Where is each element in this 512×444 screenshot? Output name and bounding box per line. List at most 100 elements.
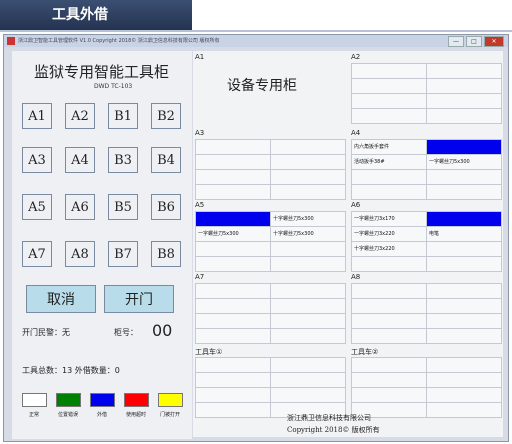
tool-cell[interactable] [196, 358, 271, 373]
maximize-icon[interactable]: □ [466, 36, 482, 47]
section-label-a4: A4 [351, 129, 361, 137]
tool-cell[interactable] [427, 109, 502, 124]
slot-a3[interactable]: A3 [22, 147, 52, 173]
cancel-button[interactable]: 取消 [26, 285, 96, 313]
tool-cell[interactable] [352, 94, 427, 109]
tool-cell[interactable] [196, 284, 271, 299]
legend-swatch-normal [22, 393, 47, 407]
tool-cell[interactable] [196, 140, 271, 155]
tool-cell[interactable] [427, 79, 502, 94]
slot-b2[interactable]: B2 [151, 103, 181, 129]
tool-cell[interactable] [427, 284, 502, 299]
tool-cell[interactable] [271, 329, 346, 344]
drawer-grid-a6: 一字螺丝刀3x170 一字螺丝刀3x220 电笔 十字螺丝刀3x220 [351, 211, 502, 272]
tool-cell[interactable]: 电笔 [427, 227, 502, 242]
tool-cell[interactable] [352, 329, 427, 344]
tool-cell[interactable] [271, 358, 346, 373]
tool-cell-borrowed[interactable] [427, 140, 502, 155]
tool-cell[interactable] [196, 257, 271, 272]
tool-cell[interactable]: 一字螺丝刀5x300 [196, 227, 271, 242]
section-label-a6: A6 [351, 201, 361, 209]
slot-a8[interactable]: A8 [65, 241, 95, 267]
tool-cell[interactable] [352, 314, 427, 329]
tool-cell[interactable] [427, 299, 502, 314]
drawer-grid-a7 [195, 283, 346, 344]
tool-cell[interactable] [196, 403, 271, 418]
slot-a4[interactable]: A4 [65, 147, 95, 173]
slot-b7[interactable]: B7 [108, 241, 138, 267]
tool-cell[interactable] [196, 388, 271, 403]
slot-a2[interactable]: A2 [65, 103, 95, 129]
tool-cell[interactable] [427, 94, 502, 109]
tool-cell[interactable] [196, 155, 271, 170]
tool-cell[interactable] [352, 257, 427, 272]
app-window: 浙江鼎卫智能工具管理软件 V1.0 Copyright 2018© 浙江鼎卫信息… [3, 34, 509, 442]
slot-b4[interactable]: B4 [151, 147, 181, 173]
tool-cell[interactable] [271, 140, 346, 155]
tool-cell[interactable]: 十字螺丝刀5x300 [271, 212, 346, 227]
tool-cell[interactable] [427, 373, 502, 388]
tool-cell[interactable]: 一字螺丝刀3x220 [352, 227, 427, 242]
tool-cell[interactable] [196, 314, 271, 329]
tool-cell[interactable] [352, 185, 427, 200]
tool-cell[interactable] [196, 170, 271, 185]
slot-b3[interactable]: B3 [108, 147, 138, 173]
tool-cell[interactable] [271, 284, 346, 299]
slot-b5[interactable]: B5 [108, 194, 138, 220]
tool-cell[interactable]: 内六角扳手套件 [352, 140, 427, 155]
tool-cell-borrowed[interactable] [196, 212, 271, 227]
tool-cell[interactable] [427, 358, 502, 373]
tool-cell[interactable] [427, 329, 502, 344]
tool-cell[interactable] [196, 185, 271, 200]
tool-cell[interactable] [352, 170, 427, 185]
tool-cell[interactable] [352, 284, 427, 299]
tool-cell[interactable]: 十字螺丝刀5x300 [271, 227, 346, 242]
tool-cell[interactable] [352, 373, 427, 388]
tool-cell[interactable] [427, 314, 502, 329]
tool-cell[interactable] [271, 242, 346, 257]
slot-a6[interactable]: A6 [65, 194, 95, 220]
tool-cell[interactable] [427, 185, 502, 200]
tool-cell[interactable] [427, 403, 502, 418]
tool-cell[interactable] [196, 329, 271, 344]
tool-cell[interactable] [352, 79, 427, 94]
legend-label-borrowed: 外借 [96, 412, 107, 418]
tool-cell[interactable] [352, 64, 427, 79]
legend-swatch-wrong-position [56, 393, 81, 407]
tool-cell[interactable]: 活动扳手38# [352, 155, 427, 170]
tool-cell[interactable] [352, 299, 427, 314]
tool-cell[interactable] [427, 257, 502, 272]
tool-cell[interactable]: 一字螺丝刀3x170 [352, 212, 427, 227]
tool-cell[interactable] [271, 388, 346, 403]
tool-cell[interactable]: 一字螺丝刀5x300 [427, 155, 502, 170]
tool-cell[interactable] [271, 373, 346, 388]
tool-cell[interactable] [271, 155, 346, 170]
tool-cell[interactable] [271, 170, 346, 185]
slot-b8[interactable]: B8 [151, 241, 181, 267]
tool-cell[interactable] [427, 64, 502, 79]
tool-cell-borrowed[interactable] [427, 212, 502, 227]
open-door-button[interactable]: 开门 [104, 285, 174, 313]
tool-cell[interactable] [271, 314, 346, 329]
tool-cell[interactable] [427, 242, 502, 257]
tool-cell[interactable] [271, 257, 346, 272]
slot-a5[interactable]: A5 [22, 194, 52, 220]
tool-cell[interactable] [427, 388, 502, 403]
tool-cell[interactable]: 十字螺丝刀3x220 [352, 242, 427, 257]
tool-cell[interactable] [352, 358, 427, 373]
tool-cell[interactable] [352, 388, 427, 403]
tool-cell[interactable] [196, 242, 271, 257]
slot-a7[interactable]: A7 [22, 241, 52, 267]
slot-b6[interactable]: B6 [151, 194, 181, 220]
legend-swatch-door-open [158, 393, 183, 407]
tool-cell[interactable] [271, 185, 346, 200]
tool-cell[interactable] [271, 299, 346, 314]
slot-b1[interactable]: B1 [108, 103, 138, 129]
tool-cell[interactable] [427, 170, 502, 185]
close-icon[interactable]: ✕ [484, 36, 504, 47]
tool-cell[interactable] [352, 109, 427, 124]
slot-a1[interactable]: A1 [22, 103, 52, 129]
tool-cell[interactable] [196, 373, 271, 388]
minimize-icon[interactable]: — [448, 36, 464, 47]
tool-cell[interactable] [196, 299, 271, 314]
